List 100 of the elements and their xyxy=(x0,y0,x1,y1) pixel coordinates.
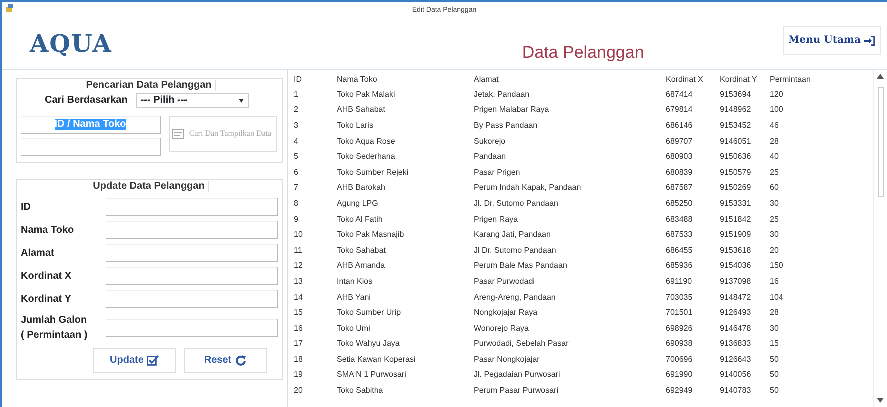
table-cell-text: 3 xyxy=(294,120,300,132)
table-cell-text: 8 xyxy=(294,198,300,210)
table-cell-text: 687414 xyxy=(666,88,694,101)
sign-in-icon xyxy=(864,36,875,46)
input-field[interactable] xyxy=(106,198,278,216)
table-cell-text: 19 xyxy=(294,369,304,382)
table-cell-text: 25 xyxy=(770,214,780,226)
table-cell-text: 703035 xyxy=(666,292,694,304)
table-cell-text: SMA N 1 Purwosari xyxy=(337,369,408,382)
table-cell-text: 4 xyxy=(294,136,300,148)
table-cell-text: 2 xyxy=(294,104,300,116)
table-cell-text: 5 xyxy=(294,151,300,164)
table-cell-text: 28 xyxy=(770,136,780,148)
table-cell-text: 700696 xyxy=(666,354,694,366)
table-cell-text: Toko Pak Masnajib xyxy=(337,229,406,242)
table-cell-text: 28 xyxy=(770,307,780,320)
search-by-dropdown[interactable]: --- Pilih --- xyxy=(136,93,249,108)
table-cell-text: Pasar Prigen xyxy=(474,166,522,179)
input-field[interactable] xyxy=(21,138,161,156)
table-cell-text: Karang Jati, Pandaan xyxy=(474,229,552,242)
table-cell-text: 60 xyxy=(770,182,780,194)
table-cell-text: Pandaan xyxy=(474,151,508,164)
table-cell-text: 120 xyxy=(770,88,784,101)
table-cell-text: Pasar Purwodadi xyxy=(474,276,536,288)
table-cell-text: 25 xyxy=(770,166,780,179)
field-label: ID xyxy=(21,200,32,214)
table-cell-text: Prigen Raya xyxy=(474,214,520,226)
scrollbar-thumb[interactable] xyxy=(878,87,884,197)
table-cell-text: 30 xyxy=(770,198,780,210)
input-field[interactable] xyxy=(106,319,278,337)
table-cell-text: 683488 xyxy=(666,214,694,226)
table-cell-text: 16 xyxy=(294,322,304,335)
table-cell-text: 9137098 xyxy=(720,276,752,288)
table-cell-text: 9151842 xyxy=(720,214,752,226)
input-field[interactable] xyxy=(106,221,278,239)
table-cell-text: Toko Umi xyxy=(337,322,372,335)
input-field[interactable] xyxy=(106,290,278,308)
table-cell-text: 9150269 xyxy=(720,182,752,194)
scroll-up-icon[interactable] xyxy=(877,74,884,79)
table-cell-text: 9150579 xyxy=(720,166,752,179)
table-cell-text: 701501 xyxy=(666,307,694,320)
table-cell-text: 9154036 xyxy=(720,260,752,272)
table-cell-text: 687587 xyxy=(666,182,694,194)
column-header: Permintaan xyxy=(770,74,812,86)
table-cell-text: 9140783 xyxy=(720,385,752,398)
table-cell-text: 11 xyxy=(294,244,304,257)
table-cell-text: Areng-Areng, Pandaan xyxy=(474,292,557,304)
table-cell-text: 46 xyxy=(770,120,780,132)
table-cell-text: 50 xyxy=(770,385,780,398)
reset-button[interactable]: Reset xyxy=(184,348,267,373)
table-cell-text: 40 xyxy=(770,151,780,164)
table-cell-text: Jl. Dr. Sutomo Pandaan xyxy=(474,198,560,210)
table-cell-text: Agung LPG xyxy=(337,198,380,210)
table-cell-text: 9150636 xyxy=(720,151,752,164)
table-cell-text: 686146 xyxy=(666,120,694,132)
table-cell-text: Toko Sederhana xyxy=(337,151,396,164)
table-cell-text: 9153618 xyxy=(720,244,752,257)
table-cell-text: 9148962 xyxy=(720,104,752,116)
update-button[interactable]: Update xyxy=(93,348,176,373)
table-cell-text: Wonorejo Raya xyxy=(474,322,530,335)
table-cell-text: 692949 xyxy=(666,385,694,398)
table-cell-text: Toko Sabitha xyxy=(337,385,384,398)
input-field[interactable] xyxy=(106,267,278,285)
caret-icon xyxy=(238,98,244,102)
column-header: Nama Toko xyxy=(337,74,378,86)
field-label: Nama Toko xyxy=(21,224,76,238)
page-heading: Data Pelanggan xyxy=(522,42,644,64)
table-cell-text: 20 xyxy=(294,385,304,398)
table-cell-text: 14 xyxy=(294,292,304,304)
input-field[interactable] xyxy=(106,244,278,262)
field-label: Cari Berdasarkan xyxy=(45,94,128,108)
table-cell-text: 691990 xyxy=(666,369,694,382)
scroll-down-icon[interactable] xyxy=(877,398,884,403)
table-cell-text: 685250 xyxy=(666,198,694,210)
table-cell-text: 9 xyxy=(294,214,300,226)
table-cell-text: Purwodadi, Sebelah Pasar xyxy=(474,338,570,350)
refresh-icon xyxy=(234,354,247,366)
table-cell-text: 20 xyxy=(770,244,780,257)
table-cell-text: Toko Al Fatih xyxy=(337,214,384,226)
table-cell-text: Perum Pasar Purwosari xyxy=(474,385,560,398)
table-cell-text: 6 xyxy=(294,166,300,179)
table-cell-text: 16 xyxy=(770,276,780,288)
table-cell-text: 13 xyxy=(294,276,304,288)
app-icon xyxy=(5,4,14,13)
table-cell-text: AHB Sahabat xyxy=(337,104,386,116)
table-cell-text: 689707 xyxy=(666,136,694,148)
table-cell-text: 104 xyxy=(770,292,784,304)
table-cell-text: 12 xyxy=(294,260,304,272)
table-cell-text: 680839 xyxy=(666,166,694,179)
menu-button[interactable]: Menu Utama xyxy=(782,26,881,55)
table-cell-text: 698926 xyxy=(666,322,694,335)
table-cell-text: 9153694 xyxy=(720,88,752,101)
table-cell-text: 50 xyxy=(770,369,780,382)
table-cell-text: 9140056 xyxy=(720,369,752,382)
column-header: Kordinat Y xyxy=(720,74,758,86)
table-cell-text: 7 xyxy=(294,182,300,194)
table-cell-text: 10 xyxy=(294,229,304,242)
field-label: Jumlah Galon ( Permintaan ) xyxy=(21,314,89,343)
table-cell-text: 9146051 xyxy=(720,136,752,148)
table-cell-text: 680903 xyxy=(666,151,694,164)
